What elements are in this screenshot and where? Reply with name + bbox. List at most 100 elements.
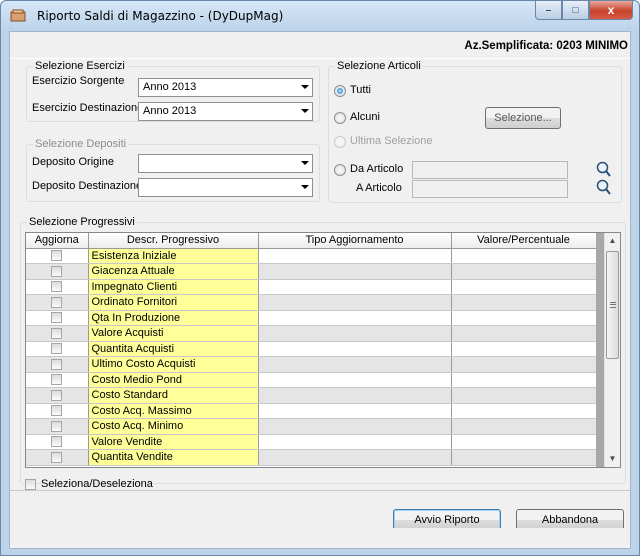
minimize-button[interactable]: – [535,1,562,20]
aggiorna-cell[interactable] [26,341,89,357]
search-icon[interactable] [596,179,611,195]
valore-percentuale-cell[interactable] [451,341,597,357]
aggiorna-checkbox[interactable] [51,420,63,432]
search-icon[interactable] [596,161,611,177]
esercizio-sorgente-select[interactable]: Anno 2013 [138,78,313,97]
table-row[interactable]: Costo Standard [26,387,597,404]
aggiorna-checkbox[interactable] [51,296,63,308]
table-row[interactable]: Valore Vendite [26,434,597,450]
tipo-aggiornamento-cell[interactable] [258,279,452,295]
descr-progressivo-cell[interactable]: Ultimo Costo Acquisti [88,356,259,373]
esercizio-destinazione-select[interactable]: Anno 2013 [138,102,313,121]
valore-percentuale-cell[interactable] [451,279,597,295]
column-header-aggiorna[interactable]: Aggiorna [26,233,89,249]
valore-percentuale-cell[interactable] [451,263,597,280]
tipo-aggiornamento-cell[interactable] [258,325,452,342]
aggiorna-checkbox[interactable] [51,389,63,401]
table-row[interactable]: Costo Medio Pond [26,372,597,388]
table-row[interactable]: Costo Acq. Minimo [26,418,597,435]
seleziona-deseleziona-checkbox[interactable] [25,479,36,490]
deposito-origine-select[interactable] [138,154,313,173]
aggiorna-cell[interactable] [26,403,89,419]
table-row[interactable]: Quantita Acquisti [26,341,597,357]
valore-percentuale-cell[interactable] [451,325,597,342]
close-button[interactable]: x [589,1,633,20]
tipo-aggiornamento-cell[interactable] [258,341,452,357]
aggiorna-checkbox[interactable] [51,265,63,277]
ultima-selezione-radio[interactable] [334,136,346,148]
tipo-aggiornamento-cell[interactable] [258,449,452,466]
tipo-aggiornamento-cell[interactable] [258,356,452,373]
tipo-aggiornamento-cell[interactable] [258,372,452,388]
valore-percentuale-cell[interactable] [451,356,597,373]
valore-percentuale-cell[interactable] [451,372,597,388]
maximize-button[interactable]: □ [562,1,589,20]
aggiorna-checkbox[interactable] [51,436,63,448]
tutti-radio[interactable] [334,85,346,97]
descr-progressivo-cell[interactable]: Quantita Acquisti [88,341,259,357]
aggiorna-checkbox[interactable] [51,405,63,417]
valore-percentuale-cell[interactable] [451,434,597,450]
aggiorna-checkbox[interactable] [51,327,63,339]
aggiorna-cell[interactable] [26,310,89,326]
aggiorna-cell[interactable] [26,248,89,264]
descr-progressivo-cell[interactable]: Quantita Vendite [88,449,259,466]
tipo-aggiornamento-cell[interactable] [258,387,452,404]
a-articolo-field[interactable] [412,180,568,198]
scroll-down-arrow-icon[interactable]: ▼ [605,451,620,467]
aggiorna-cell[interactable] [26,356,89,373]
tipo-aggiornamento-cell[interactable] [258,434,452,450]
scroll-thumb[interactable] [606,251,619,359]
table-row[interactable]: Costo Acq. Massimo [26,403,597,419]
table-row[interactable]: Ordinato Fornitori [26,294,597,311]
grid-vertical-scrollbar[interactable]: ▲ ▼ [604,233,620,467]
tipo-aggiornamento-cell[interactable] [258,248,452,264]
aggiorna-checkbox[interactable] [51,451,63,463]
aggiorna-cell[interactable] [26,263,89,280]
descr-progressivo-cell[interactable]: Valore Vendite [88,434,259,450]
valore-percentuale-cell[interactable] [451,387,597,404]
descr-progressivo-cell[interactable]: Giacenza Attuale [88,263,259,280]
aggiorna-cell[interactable] [26,279,89,295]
alcuni-radio[interactable] [334,112,346,124]
aggiorna-cell[interactable] [26,294,89,311]
valore-percentuale-cell[interactable] [451,294,597,311]
descr-progressivo-cell[interactable]: Costo Standard [88,387,259,404]
descr-progressivo-cell[interactable]: Esistenza Iniziale [88,248,259,264]
aggiorna-cell[interactable] [26,325,89,342]
descr-progressivo-cell[interactable]: Costo Acq. Minimo [88,418,259,435]
valore-percentuale-cell[interactable] [451,403,597,419]
valore-percentuale-cell[interactable] [451,310,597,326]
da-articolo-radio[interactable] [334,164,346,176]
tipo-aggiornamento-cell[interactable] [258,310,452,326]
aggiorna-checkbox[interactable] [51,250,63,262]
descr-progressivo-cell[interactable]: Valore Acquisti [88,325,259,342]
tipo-aggiornamento-cell[interactable] [258,294,452,311]
table-row[interactable]: Quantita Vendite [26,449,597,466]
deposito-destinazione-select[interactable] [138,178,313,197]
table-row[interactable]: Ultimo Costo Acquisti [26,356,597,373]
tipo-aggiornamento-cell[interactable] [258,403,452,419]
table-row[interactable]: Impegnato Clienti [26,279,597,295]
aggiorna-cell[interactable] [26,387,89,404]
descr-progressivo-cell[interactable]: Ordinato Fornitori [88,294,259,311]
column-header-valore[interactable]: Valore/Percentuale [451,233,597,249]
aggiorna-cell[interactable] [26,372,89,388]
table-row[interactable]: Valore Acquisti [26,325,597,342]
aggiorna-checkbox[interactable] [51,281,63,293]
valore-percentuale-cell[interactable] [451,418,597,435]
aggiorna-cell[interactable] [26,449,89,466]
descr-progressivo-cell[interactable]: Costo Medio Pond [88,372,259,388]
aggiorna-checkbox[interactable] [51,358,63,370]
selezione-button[interactable]: Selezione... [485,107,561,129]
scroll-up-arrow-icon[interactable]: ▲ [605,233,620,249]
column-header-descr[interactable]: Descr. Progressivo [88,233,259,249]
descr-progressivo-cell[interactable]: Impegnato Clienti [88,279,259,295]
tipo-aggiornamento-cell[interactable] [258,263,452,280]
table-row[interactable]: Giacenza Attuale [26,263,597,280]
aggiorna-cell[interactable] [26,418,89,435]
aggiorna-checkbox[interactable] [51,343,63,355]
aggiorna-checkbox[interactable] [51,374,63,386]
table-row[interactable]: Esistenza Iniziale [26,248,597,264]
title-bar[interactable]: Riporto Saldi di Magazzino - (DyDupMag) … [1,1,639,31]
